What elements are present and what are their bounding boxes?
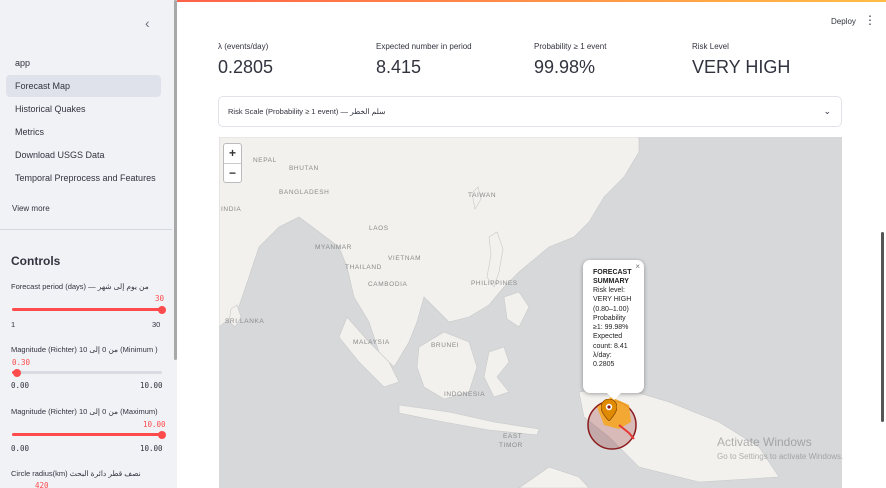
metric-value: 0.2805 xyxy=(218,57,274,77)
sidebar-item-forecast-map[interactable]: Forecast Map xyxy=(6,75,161,97)
metric-value: VERY HIGH xyxy=(692,57,791,77)
zoom-in-button[interactable]: + xyxy=(224,144,241,163)
forecast-period-value: 30 xyxy=(155,294,165,303)
view-more-link[interactable]: View more xyxy=(12,204,50,213)
popup-line: VERY HIGH xyxy=(593,296,632,304)
metric-label: Probability ≥ 1 event xyxy=(534,42,607,51)
sidebar: ‹ app Forecast Map Historical Quakes Met… xyxy=(0,0,177,488)
metric-probability: Probability ≥ 1 event 99.98% xyxy=(534,42,606,78)
map-zoom-control: + − xyxy=(223,143,242,183)
chevron-down-icon[interactable]: ⌄ xyxy=(823,106,831,117)
magnitude-min-label: Magnitude (Richter) من 0 إلى 10 (Minimum… xyxy=(11,345,158,354)
sidebar-item-app[interactable]: app xyxy=(6,52,161,74)
forecast-period-slider[interactable] xyxy=(12,305,166,314)
risk-scale-expander[interactable]: Risk Scale (Probability ≥ 1 event) — سلم… xyxy=(218,96,842,127)
kebab-menu-icon[interactable]: ⋮ xyxy=(864,14,876,26)
circle-radius-label: Circle radius(km) نصف قطر دائرة البحث xyxy=(11,469,141,478)
popup-line: Probability xyxy=(593,314,626,322)
map-label-thailand: THAILAND xyxy=(345,264,382,271)
magnitude-max-range-max: 10.00 xyxy=(140,444,163,453)
metric-label: Risk Level xyxy=(692,42,729,51)
magnitude-min-thumb[interactable] xyxy=(12,368,21,377)
map-label-bhutan: BHUTAN xyxy=(289,165,319,172)
popup-line: ≥1: 99.98% xyxy=(593,324,629,332)
map-label-brunei: BRUNEI xyxy=(431,342,459,349)
map-label-timor: TIMOR xyxy=(499,442,523,449)
popup-line: λ/day: xyxy=(593,352,612,360)
magnitude-max-value: 10.00 xyxy=(143,420,166,429)
map-label-indonesia: INDONESIA xyxy=(444,391,485,398)
popup-line: (0.80–1.00) xyxy=(593,305,629,313)
magnitude-max-range-min: 0.00 xyxy=(11,444,30,453)
metric-value: 8.415 xyxy=(376,57,422,77)
zoom-out-button[interactable]: − xyxy=(224,164,241,183)
forecast-period-label: Forecast period (days) — من يوم إلى شهر xyxy=(11,282,149,291)
popup-line: count: 8.41 xyxy=(593,342,628,350)
metric-label: λ (events/day) xyxy=(218,42,269,51)
magnitude-max-thumb[interactable] xyxy=(158,430,166,439)
chevron-left-icon[interactable]: ‹ xyxy=(145,15,150,31)
map-label-laos: LAOS xyxy=(369,225,389,232)
risk-scale-expander-label: Risk Scale (Probability ≥ 1 event) — سلم… xyxy=(228,107,386,116)
popup-line: 0.2805 xyxy=(593,361,615,369)
watermark-subtitle: Go to Settings to activate Windows. xyxy=(717,452,844,461)
forecast-period-max: 30 xyxy=(152,320,161,329)
sidebar-item-download-usgs-data[interactable]: Download USGS Data xyxy=(6,144,161,166)
magnitude-max-slider[interactable] xyxy=(12,430,166,439)
map-label-nepal: NEPAL xyxy=(253,157,277,164)
circle-radius-value: 420 xyxy=(35,481,49,488)
sidebar-item-metrics[interactable]: Metrics xyxy=(6,121,161,143)
map-label-philippines: PHILIPPINES xyxy=(471,280,518,287)
map-label-vietnam: VIETNAM xyxy=(388,255,421,262)
map-pin-icon[interactable] xyxy=(601,399,617,421)
magnitude-min-value: 0.30 xyxy=(12,358,31,367)
deploy-button[interactable]: Deploy xyxy=(831,17,856,26)
forecast-summary-popup: × FORECAST SUMMARY Risk level: VERY HIGH… xyxy=(583,260,644,400)
magnitude-max-fill xyxy=(12,433,162,436)
map-label-sri-lanka: SRI LANKA xyxy=(225,318,264,325)
sidebar-item-historical-quakes[interactable]: Historical Quakes xyxy=(6,98,161,120)
metric-lambda: λ (events/day) 0.2805 xyxy=(218,42,273,78)
watermark-title: Activate Windows xyxy=(717,435,812,449)
map-label-taiwan: TAIWAN xyxy=(468,192,496,199)
controls-heading: Controls xyxy=(11,254,61,268)
popup-line: Risk level: xyxy=(593,287,625,294)
map-label-india: INDIA xyxy=(221,206,241,213)
magnitude-min-range-min: 0.00 xyxy=(11,381,30,390)
sidebar-scrollbar[interactable] xyxy=(174,0,177,360)
forecast-period-thumb[interactable] xyxy=(158,305,166,314)
sidebar-divider xyxy=(0,229,172,230)
map-label-malaysia: MALAYSIA xyxy=(353,339,390,346)
map-label-myanmar: MYANMAR xyxy=(315,244,352,251)
sidebar-nav: app Forecast Map Historical Quakes Metri… xyxy=(6,52,161,190)
forecast-period-min: 1 xyxy=(11,320,16,329)
sidebar-item-temporal-preprocess[interactable]: Temporal Preprocess and Features xyxy=(6,167,161,189)
forecast-period-fill xyxy=(12,308,162,311)
map-label-cambodia: CAMBODIA xyxy=(368,281,408,288)
popup-title-line-1: FORECAST xyxy=(593,269,632,276)
map-label-bangladesh: BANGLADESH xyxy=(279,189,329,196)
magnitude-max-label: Magnitude (Richter) من 0 إلى 10 (Maximum… xyxy=(11,407,158,416)
main-scrollbar[interactable] xyxy=(881,232,884,422)
popup-line: Expected xyxy=(593,333,623,341)
metric-risk-level: Risk Level VERY HIGH xyxy=(692,42,790,78)
popup-title-line-2: SUMMARY xyxy=(593,278,629,285)
magnitude-min-range-max: 10.00 xyxy=(140,381,163,390)
map-label-east: EAST xyxy=(503,433,522,440)
metric-expected-number: Expected number in period 8.415 xyxy=(376,42,472,78)
metric-value: 99.98% xyxy=(534,57,596,77)
windows-activation-watermark: Activate Windows Go to Settings to activ… xyxy=(717,435,843,461)
metric-label: Expected number in period xyxy=(376,42,472,51)
close-icon[interactable]: × xyxy=(635,262,640,271)
magnitude-min-slider[interactable] xyxy=(12,368,162,377)
